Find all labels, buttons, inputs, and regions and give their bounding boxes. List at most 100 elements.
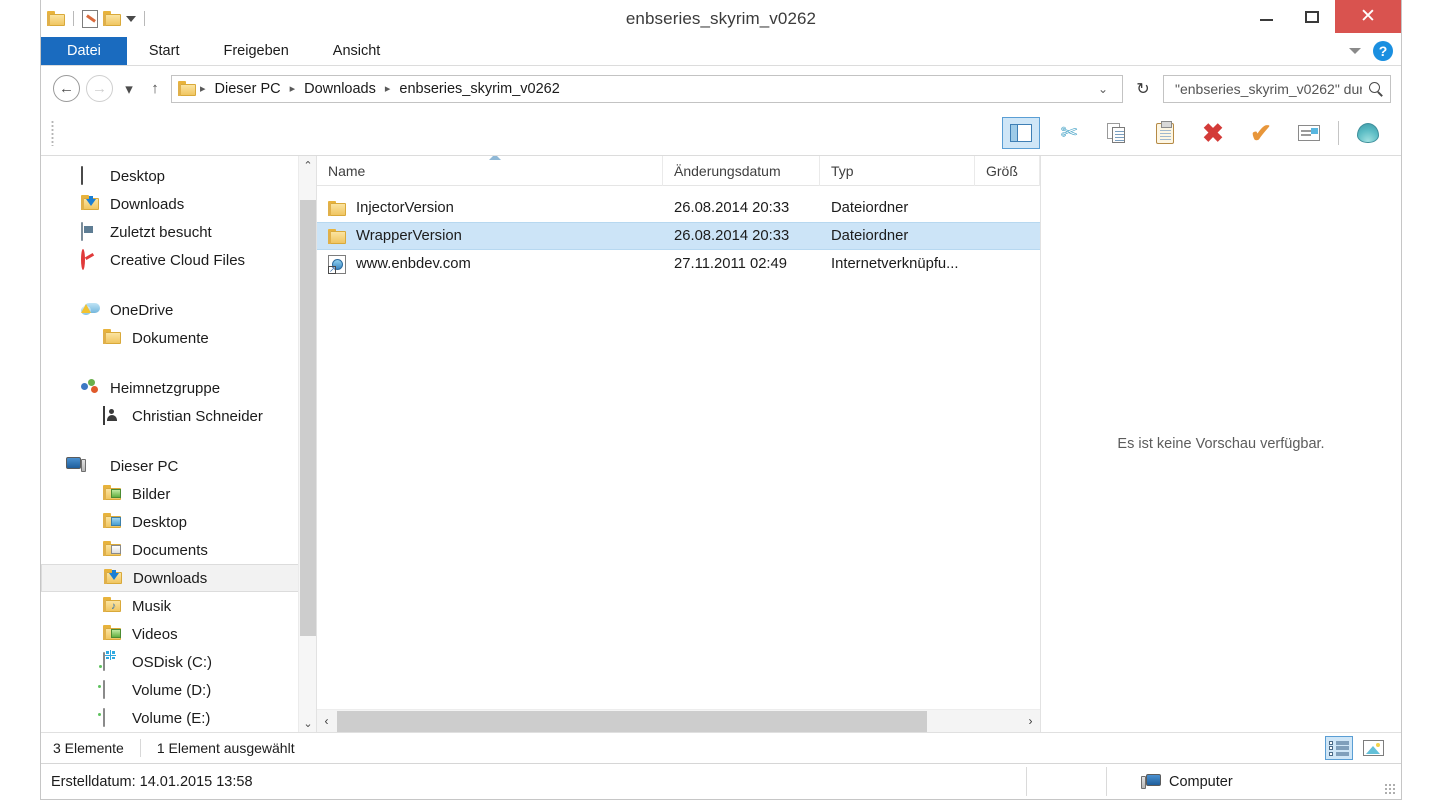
sidebar-item-heimnetzgruppe[interactable]: Heimnetzgruppe	[41, 374, 316, 402]
sidebar-item-dieser-pc[interactable]: Dieser PC	[41, 452, 316, 480]
sidebar-item-label: Volume (D:)	[132, 681, 212, 699]
search-box[interactable]	[1163, 74, 1391, 103]
scroll-up-icon[interactable]: ⌃	[299, 156, 316, 174]
search-input[interactable]	[1173, 79, 1364, 98]
sidebar-item-label: Documents	[132, 541, 208, 559]
breadcrumb-item-0[interactable]: Dieser PC	[210, 79, 286, 99]
sidebar-item-zuletzt-besucht[interactable]: Zuletzt besucht	[41, 218, 316, 246]
sidebar-item-christian-schneider[interactable]: Christian Schneider	[41, 402, 316, 430]
sidebar-item-onedrive[interactable]: OneDrive	[41, 296, 316, 324]
scrollbar-thumb[interactable]	[300, 200, 316, 636]
copy-icon	[1107, 123, 1127, 143]
sidebar-item-dokumente[interactable]: Dokumente	[41, 324, 316, 352]
window-title: enbseries_skyrim_v0262	[625, 8, 817, 28]
close-button[interactable]: ✕	[1335, 0, 1401, 33]
refresh-button[interactable]: ↻	[1129, 75, 1157, 103]
sidebar-item-desktop-pc[interactable]: Desktop	[41, 508, 316, 536]
sidebar-item-volume-d[interactable]: Volume (D:)	[41, 676, 316, 704]
search-icon[interactable]	[1368, 81, 1384, 97]
new-folder-icon[interactable]	[103, 11, 121, 26]
explorer-window: enbseries_skyrim_v0262 ✕ Datei Start Fre…	[40, 0, 1402, 800]
window-body: Desktop Downloads Zuletzt besucht Creati…	[41, 155, 1401, 732]
paste-button[interactable]	[1146, 117, 1184, 149]
sidebar-item-bilder[interactable]: Bilder	[41, 480, 316, 508]
sidebar-item-desktop[interactable]: Desktop	[41, 162, 316, 190]
tab-freigeben[interactable]: Freigeben	[201, 37, 310, 65]
preview-pane-toggle[interactable]	[1002, 117, 1040, 149]
sidebar-item-documents[interactable]: Documents	[41, 536, 316, 564]
folder-icon	[103, 329, 123, 347]
breadcrumb-item-1[interactable]: Downloads	[299, 79, 381, 99]
sidebar-item-volume-e[interactable]: Volume (E:)	[41, 704, 316, 732]
sidebar-item-videos[interactable]: Videos	[41, 620, 316, 648]
minimize-button[interactable]	[1243, 0, 1289, 33]
chevron-down-icon[interactable]	[1349, 48, 1361, 54]
title-bar: enbseries_skyrim_v0262 ✕	[41, 0, 1401, 37]
sidebar-item-label: Dieser PC	[110, 457, 179, 475]
delete-button[interactable]: ✖	[1194, 117, 1232, 149]
breadcrumb-item-2[interactable]: enbseries_skyrim_v0262	[394, 79, 564, 99]
sidebar-item-creative-cloud-files[interactable]: Creative Cloud Files	[41, 246, 316, 274]
folder-icon	[328, 200, 346, 216]
properties-icon[interactable]	[82, 9, 98, 28]
sidebar-item-label: Desktop	[132, 513, 188, 531]
cut-button[interactable]: ✄	[1050, 117, 1088, 149]
navigation-scrollbar[interactable]: ⌃ ⌄	[298, 156, 316, 732]
copy-button[interactable]	[1098, 117, 1136, 149]
column-header-size[interactable]: Größ	[975, 155, 1040, 186]
rename-icon	[1298, 125, 1320, 141]
breadcrumb[interactable]: ▸ Dieser PC ▸ Downloads ▸ enbseries_skyr…	[171, 74, 1123, 103]
large-icons-view-button[interactable]	[1359, 736, 1387, 760]
resize-grip[interactable]	[1384, 783, 1396, 795]
cell-date: 27.11.2011 02:49	[674, 256, 787, 272]
tab-datei[interactable]: Datei	[41, 37, 127, 65]
details-view-icon	[1329, 740, 1349, 757]
clipboard-icon	[1156, 120, 1174, 144]
onedrive-cloud-icon	[81, 301, 101, 319]
table-row[interactable]: InjectorVersion 26.08.2014 20:33 Dateior…	[317, 194, 1040, 222]
customize-chevron-icon[interactable]	[126, 15, 136, 22]
details-bar: Erstelldatum: 14.01.2015 13:58 Computer	[41, 763, 1401, 799]
select-button[interactable]: ✔	[1242, 117, 1280, 149]
help-icon[interactable]: ?	[1373, 41, 1393, 61]
command-toolbar: ✄ ✖ ✔	[41, 111, 1401, 156]
item-count: 3 Elemente	[53, 740, 124, 756]
back-button[interactable]: ←	[53, 75, 80, 102]
sidebar-item-downloads[interactable]: Downloads	[41, 564, 316, 592]
toolbar-grip[interactable]	[51, 120, 54, 146]
table-row[interactable]: WrapperVersion 26.08.2014 20:33 Dateiord…	[317, 222, 1040, 250]
hscrollbar-thumb[interactable]	[337, 710, 927, 732]
tab-ansicht[interactable]: Ansicht	[311, 37, 403, 65]
address-dropdown-icon[interactable]: ⌄	[1090, 76, 1116, 102]
recent-locations-button[interactable]: ▾	[119, 75, 139, 102]
sidebar-item-label: Christian Schneider	[132, 407, 263, 425]
file-list-horizontal-scrollbar[interactable]: ‹ ›	[317, 709, 1040, 732]
maximize-button[interactable]	[1289, 0, 1335, 33]
sidebar-item-downloads-fav[interactable]: Downloads	[41, 190, 316, 218]
sidebar-item-label: Musik	[132, 597, 172, 615]
column-header-name[interactable]: Name	[317, 155, 663, 186]
up-button[interactable]: ↑	[145, 75, 165, 102]
sidebar-item-label: Heimnetzgruppe	[110, 379, 221, 397]
windows-drive-icon	[99, 650, 123, 671]
sidebar-item-osdisk-c[interactable]: OSDisk (C:)	[41, 648, 316, 676]
table-row[interactable]: ↗ www.enbdev.com 27.11.2011 02:49 Intern…	[317, 250, 1040, 278]
details-separator-1	[1026, 767, 1027, 796]
file-list-pane: Name Änderungsdatum Typ Größ InjectorVer…	[317, 155, 1041, 732]
shell-extension-button[interactable]	[1349, 117, 1387, 149]
scroll-right-icon[interactable]: ›	[1021, 710, 1040, 733]
folder-icon[interactable]	[47, 11, 65, 26]
tab-start[interactable]: Start	[127, 37, 202, 65]
qat-separator-2	[144, 11, 145, 26]
rename-button[interactable]	[1290, 117, 1328, 149]
column-header-type[interactable]: Typ	[820, 155, 975, 186]
address-tail: ⌄	[1090, 76, 1116, 102]
sort-ascending-icon	[489, 155, 501, 160]
details-view-button[interactable]	[1325, 736, 1353, 760]
column-header-date[interactable]: Änderungsdatum	[663, 155, 820, 186]
scroll-down-icon[interactable]: ⌄	[299, 714, 316, 732]
forward-button[interactable]: →	[86, 75, 113, 102]
preview-pane: Es ist keine Vorschau verfügbar.	[1041, 156, 1401, 732]
scroll-left-icon[interactable]: ‹	[317, 710, 336, 733]
sidebar-item-musik[interactable]: ♪ Musik	[41, 592, 316, 620]
